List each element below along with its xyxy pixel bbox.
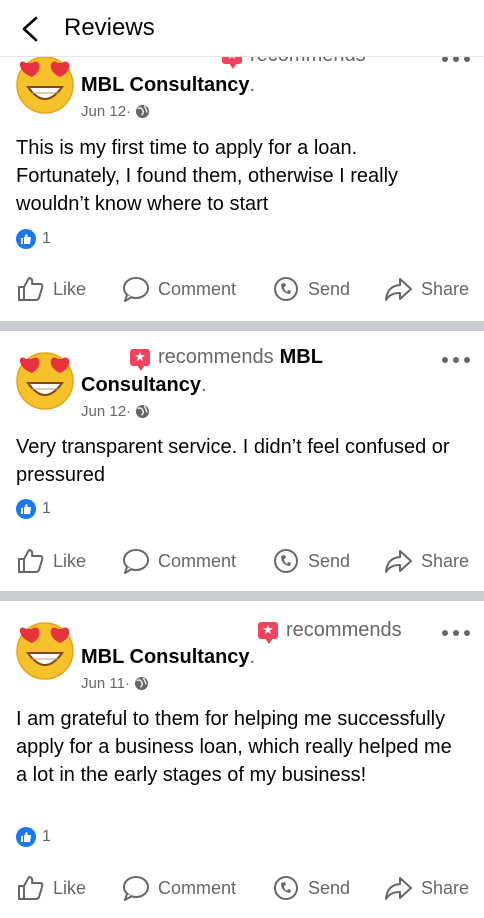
page-title: Reviews xyxy=(64,14,155,41)
like-icon xyxy=(18,876,44,900)
share-label: Share xyxy=(421,550,470,571)
reaction-summary[interactable]: 1 xyxy=(16,827,51,847)
review-text: I am grateful to them for helping me suc… xyxy=(16,708,452,786)
like-label: Like xyxy=(53,278,87,299)
reaction-summary[interactable]: 1 xyxy=(16,499,51,519)
page-name-text[interactable]: MBL xyxy=(280,346,323,369)
back-arrow-icon[interactable] xyxy=(18,14,44,44)
recommends-label: recommends xyxy=(158,346,274,368)
comment-icon xyxy=(123,876,149,901)
share-button[interactable]: Share xyxy=(383,272,469,306)
reviews-page: ★ recommends MBL Consultancy. Jun 12 · T… xyxy=(0,0,484,918)
like-label: Like xyxy=(53,877,87,898)
like-icon xyxy=(18,549,44,573)
recommend-line: ★ recommends xyxy=(258,619,402,644)
send-button[interactable]: Send xyxy=(272,871,350,905)
page-name-text[interactable]: MBL Consultancy xyxy=(81,646,250,668)
comment-button[interactable]: Comment xyxy=(122,272,236,306)
reaction-summary[interactable]: 1 xyxy=(16,229,51,249)
avatar[interactable] xyxy=(14,53,76,115)
review-card: ★ recommends MBL Consultancy. Jun 12 · V… xyxy=(0,331,484,591)
globe-icon xyxy=(134,676,148,691)
review-text: Very transparent service. I didn’t feel … xyxy=(16,436,450,486)
post-date[interactable]: Jun 12 xyxy=(81,103,126,120)
send-label: Send xyxy=(308,550,351,571)
reaction-count: 1 xyxy=(42,828,51,845)
comment-button[interactable]: Comment xyxy=(122,544,236,578)
avatar[interactable] xyxy=(14,349,76,411)
card-divider xyxy=(0,591,484,601)
date-separator: · xyxy=(124,675,130,692)
more-options-icon[interactable] xyxy=(442,628,470,638)
page-name[interactable]: Consultancy. xyxy=(81,374,207,397)
like-reaction-icon xyxy=(16,229,36,249)
share-icon xyxy=(385,278,412,301)
name-suffix: . xyxy=(249,646,256,668)
recommend-icon: ★ xyxy=(258,622,278,644)
page-name[interactable]: MBL Consultancy. xyxy=(81,74,255,97)
comment-label: Comment xyxy=(158,877,237,898)
send-icon xyxy=(274,876,298,900)
more-options-icon[interactable] xyxy=(442,355,470,365)
recommend-icon: ★ xyxy=(130,349,150,371)
recommends-label: recommends xyxy=(286,619,402,641)
share-icon xyxy=(385,550,412,573)
post-date[interactable]: Jun 11 xyxy=(81,675,125,692)
comment-icon xyxy=(123,549,149,574)
avatar[interactable] xyxy=(14,619,76,681)
comment-icon xyxy=(123,277,149,302)
share-button[interactable]: Share xyxy=(383,871,469,905)
like-button[interactable]: Like xyxy=(17,544,86,578)
date-separator: · xyxy=(126,403,132,420)
post-meta: Jun 11 · xyxy=(81,675,149,692)
send-label: Send xyxy=(308,278,351,299)
post-date[interactable]: Jun 12 xyxy=(81,403,126,420)
action-bar: Like Comment Send Share xyxy=(0,544,484,578)
comment-label: Comment xyxy=(158,278,237,299)
send-button[interactable]: Send xyxy=(272,544,350,578)
share-button[interactable]: Share xyxy=(383,544,469,578)
reaction-count: 1 xyxy=(42,500,51,517)
send-icon xyxy=(274,277,298,301)
top-bar: Reviews xyxy=(0,0,484,57)
recommend-line: ★ recommends MBL xyxy=(130,346,323,371)
share-label: Share xyxy=(421,278,470,299)
page-name-text[interactable]: MBL Consultancy xyxy=(81,74,250,96)
like-reaction-icon xyxy=(16,499,36,519)
page-name-text-cont[interactable]: Consultancy xyxy=(81,374,201,396)
like-button[interactable]: Like xyxy=(17,871,86,905)
review-card: ★ recommends MBL Consultancy. Jun 11 · I… xyxy=(0,601,484,918)
name-suffix: . xyxy=(201,374,207,396)
reaction-count: 1 xyxy=(42,230,51,247)
action-bar: Like Comment Send Share xyxy=(0,871,484,905)
comment-button[interactable]: Comment xyxy=(122,871,236,905)
post-meta: Jun 12 · xyxy=(81,103,150,120)
name-suffix: . xyxy=(249,74,256,96)
send-label: Send xyxy=(308,877,351,898)
share-label: Share xyxy=(421,877,470,898)
globe-icon xyxy=(135,404,150,419)
comment-label: Comment xyxy=(158,550,237,571)
card-divider xyxy=(0,321,484,331)
review-text: This is my first time to apply for a loa… xyxy=(16,137,399,215)
page-name[interactable]: MBL Consultancy. xyxy=(81,646,255,669)
date-separator: · xyxy=(126,103,132,120)
like-label: Like xyxy=(53,550,87,571)
send-button[interactable]: Send xyxy=(272,272,350,306)
like-button[interactable]: Like xyxy=(17,272,86,306)
share-icon xyxy=(385,877,412,900)
like-icon xyxy=(18,277,44,301)
post-meta: Jun 12 · xyxy=(81,403,150,420)
globe-icon xyxy=(135,104,150,119)
like-reaction-icon xyxy=(16,827,36,847)
send-icon xyxy=(274,549,298,573)
action-bar: Like Comment Send Share xyxy=(0,272,484,306)
